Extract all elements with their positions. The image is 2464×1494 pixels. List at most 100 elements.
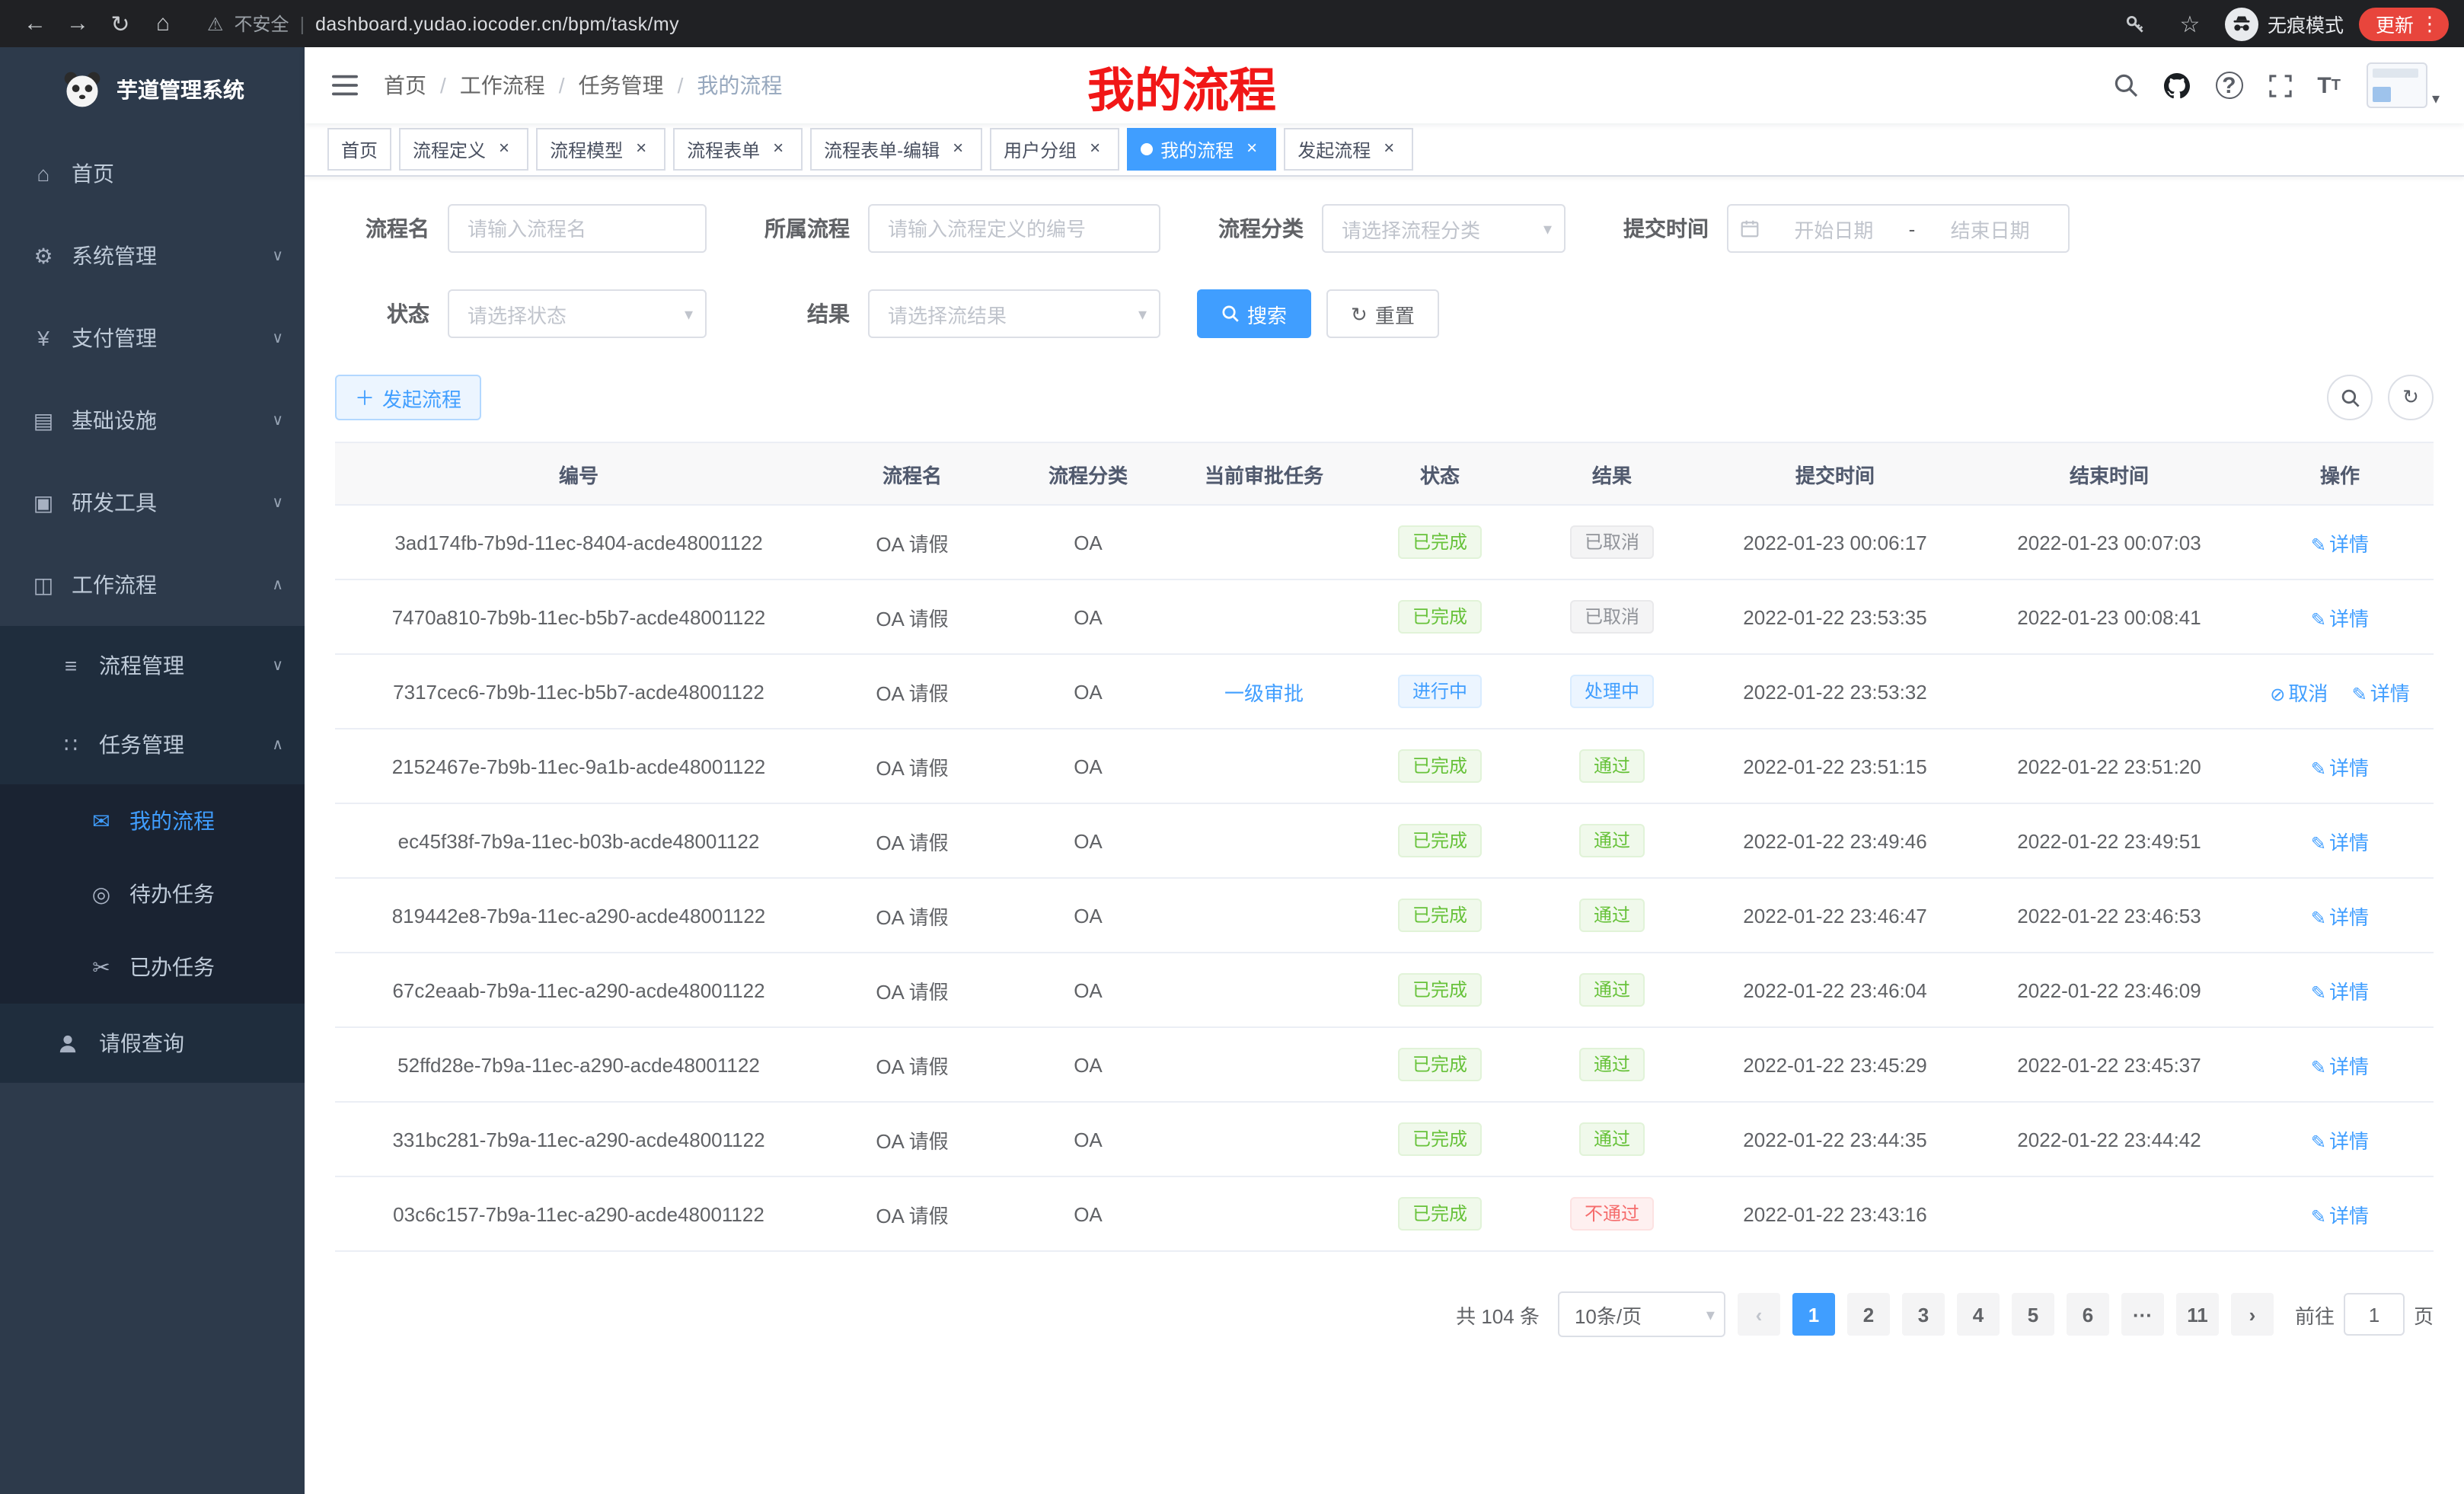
breadcrumb-workflow[interactable]: 工作流程 [460, 70, 545, 101]
result-select[interactable]: 请选择流结果 ▾ [868, 289, 1160, 338]
search-button[interactable]: 搜索 [1197, 289, 1311, 338]
hamburger-icon[interactable] [329, 70, 359, 101]
sidebar-item-task-management[interactable]: ∷ 任务管理 ∧ [0, 705, 305, 784]
cell-id: 3ad174fb-7b9d-11ec-8404-acde48001122 [335, 505, 822, 579]
sidebar-item-system-management[interactable]: ⚙ 系统管理 ∨ [0, 215, 305, 297]
table-header-row: 编号 流程名 流程分类 当前审批任务 状态 结果 提交时间 结束时间 操作 [335, 442, 2434, 505]
tab-process-form-edit[interactable]: 流程表单-编辑× [810, 128, 982, 171]
sidebar-item-infrastructure[interactable]: ▤ 基础设施 ∨ [0, 379, 305, 461]
cell-id: 2152467e-7b9b-11ec-9a1b-acde48001122 [335, 729, 822, 803]
detail-link[interactable]: ✎详情 [2311, 1204, 2369, 1227]
annotation-title: 我的流程 [1087, 52, 1276, 120]
search-icon[interactable] [2113, 73, 2137, 97]
detail-link[interactable]: ✎详情 [2311, 756, 2369, 779]
filter-row-2: 状态 请选择状态 ▾ 结果 请选择流结果 ▾ [335, 289, 2434, 338]
result-badge: 通过 [1580, 899, 1644, 932]
current-task-link[interactable]: 一级审批 [1224, 682, 1304, 704]
reset-button[interactable]: ↻ 重置 [1326, 289, 1439, 338]
detail-link[interactable]: ✎详情 [2311, 1055, 2369, 1077]
owner-process-input[interactable] [868, 204, 1160, 253]
more-pages-button[interactable]: ··· [2121, 1293, 2164, 1336]
detail-link[interactable]: ✎详情 [2311, 532, 2369, 555]
page-button-1[interactable]: 1 [1792, 1293, 1835, 1336]
tab-process-model[interactable]: 流程模型× [536, 128, 665, 171]
page-button-2[interactable]: 2 [1847, 1293, 1890, 1336]
detail-link[interactable]: ✎详情 [2311, 831, 2369, 854]
next-page-button[interactable]: › [2231, 1293, 2274, 1336]
page-size-select[interactable]: 10条/页 ▾ [1558, 1291, 1725, 1337]
toggle-search-button[interactable] [2327, 375, 2373, 420]
prev-page-button[interactable]: ‹ [1738, 1293, 1780, 1336]
goto-page-input[interactable] [2344, 1293, 2405, 1336]
browser-menu-icon[interactable]: ⋮ [2420, 11, 2440, 36]
sidebar-item-home[interactable]: ⌂ 首页 [0, 132, 305, 215]
end-date-input[interactable]: 结束日期 [1924, 214, 2056, 243]
tab-user-group[interactable]: 用户分组× [990, 128, 1119, 171]
browser-update-button[interactable]: 更新 ⋮ [2359, 7, 2449, 40]
table-row: ec45f38f-7b9a-11ec-b03b-acde48001122 OA … [335, 803, 2434, 878]
browser-forward-icon[interactable]: → [58, 4, 97, 43]
app-logo[interactable]: 芋道管理系统 [0, 47, 305, 132]
cell-category: OA [1002, 803, 1174, 878]
detail-link[interactable]: ✎详情 [2311, 905, 2369, 928]
sidebar-item-done-tasks[interactable]: ✂ 已办任务 [0, 931, 305, 1004]
tab-start-process[interactable]: 发起流程× [1284, 128, 1413, 171]
password-key-icon[interactable] [2115, 4, 2155, 43]
sidebar-item-label: 支付管理 [72, 323, 157, 353]
page-button-5[interactable]: 5 [2012, 1293, 2054, 1336]
tab-process-form[interactable]: 流程表单× [673, 128, 803, 171]
date-range-picker[interactable]: 开始日期 - 结束日期 [1727, 204, 2070, 253]
close-icon[interactable]: × [630, 139, 652, 160]
help-icon[interactable]: ? [2215, 72, 2242, 99]
bookmark-star-icon[interactable]: ☆ [2170, 4, 2210, 43]
close-icon[interactable]: × [1084, 139, 1106, 160]
user-menu[interactable]: ▾ [2367, 62, 2440, 108]
start-process-button[interactable]: ＋ 发起流程 [335, 375, 481, 420]
category-select[interactable]: 请选择流程分类 ▾ [1322, 204, 1566, 253]
detail-link[interactable]: ✎详情 [2311, 980, 2369, 1003]
tab-home[interactable]: 首页 [327, 128, 391, 171]
tab-process-definition[interactable]: 流程定义× [399, 128, 528, 171]
browser-home-icon[interactable]: ⌂ [143, 4, 183, 43]
breadcrumb-home[interactable]: 首页 [384, 70, 426, 101]
sidebar-item-workflow[interactable]: ◫ 工作流程 ∧ [0, 544, 305, 626]
sidebar-item-process-management[interactable]: ≡ 流程管理 ∨ [0, 626, 305, 705]
sidebar-item-label: 工作流程 [72, 570, 157, 600]
cancel-link[interactable]: ⊘取消 [2270, 682, 2328, 704]
page-button-3[interactable]: 3 [1902, 1293, 1945, 1336]
process-name-input[interactable] [448, 204, 707, 253]
close-icon[interactable]: × [493, 139, 515, 160]
status-select[interactable]: 请选择状态 ▾ [448, 289, 707, 338]
browser-reload-icon[interactable]: ↻ [101, 4, 140, 43]
browser-back-icon[interactable]: ← [15, 4, 55, 43]
detail-link[interactable]: ✎详情 [2352, 682, 2410, 704]
sidebar-item-todo-tasks[interactable]: ◎ 待办任务 [0, 857, 305, 931]
sidebar-item-payment-management[interactable]: ¥ 支付管理 ∨ [0, 297, 305, 379]
cell-task [1174, 729, 1354, 803]
refresh-table-button[interactable]: ↻ [2388, 375, 2434, 420]
font-size-icon[interactable]: TT [2317, 72, 2341, 98]
page-button-6[interactable]: 6 [2067, 1293, 2109, 1336]
detail-link[interactable]: ✎详情 [2311, 1129, 2369, 1152]
sidebar-item-my-process[interactable]: ✉ 我的流程 [0, 784, 305, 857]
page-button-11[interactable]: 11 [2176, 1293, 2219, 1336]
sidebar-item-leave-query[interactable]: 请假查询 [0, 1004, 305, 1083]
table-row: 52ffd28e-7b9a-11ec-a290-acde48001122 OA … [335, 1027, 2434, 1102]
breadcrumb-task-management[interactable]: 任务管理 [579, 70, 664, 101]
close-icon[interactable]: × [1241, 139, 1262, 160]
detail-link[interactable]: ✎详情 [2311, 607, 2369, 630]
edit-icon: ✎ [2311, 907, 2326, 928]
fullscreen-icon[interactable] [2268, 74, 2291, 97]
cell-task [1174, 953, 1354, 1027]
start-date-input[interactable]: 开始日期 [1768, 214, 1900, 243]
tab-my-process[interactable]: 我的流程× [1127, 128, 1276, 171]
page-button-4[interactable]: 4 [1957, 1293, 2000, 1336]
viewport: ← → ↻ ⌂ ⚠ 不安全 | dashboard.yudao.iocoder.… [0, 0, 2464, 1494]
address-bar[interactable]: ⚠ 不安全 | dashboard.yudao.iocoder.cn/bpm/t… [207, 11, 2094, 37]
chevron-down-icon: ∨ [272, 247, 283, 264]
github-icon[interactable] [2163, 72, 2189, 98]
sidebar-item-dev-tools[interactable]: ▣ 研发工具 ∨ [0, 461, 305, 544]
close-icon[interactable]: × [768, 139, 789, 160]
close-icon[interactable]: × [1378, 139, 1400, 160]
close-icon[interactable]: × [947, 139, 969, 160]
